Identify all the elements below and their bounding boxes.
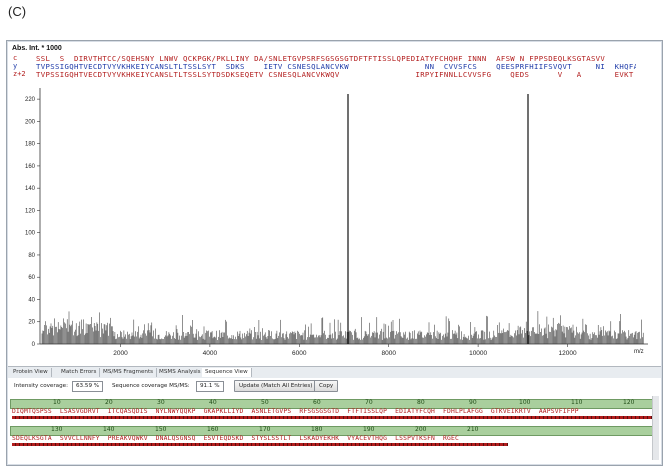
tab-match-errors[interactable]: Match Errors: [58, 368, 101, 377]
y-tick-label: 60: [28, 275, 35, 281]
intensity-coverage-value: 63.59 %: [72, 381, 104, 392]
panel-label: (C): [8, 4, 27, 19]
update-button[interactable]: Update (Match All Entries): [234, 380, 318, 392]
spectrum-trace: [41, 311, 644, 344]
x-tick-label: 8000: [381, 350, 396, 357]
x-tick-label: 4000: [203, 350, 218, 357]
y-tick-label: 0: [32, 342, 36, 348]
x-axis-unit: m/z: [634, 349, 644, 355]
x-tick-label: 10000: [469, 350, 487, 357]
view-tabs: Protein View Match Errors MS/MS Fragment…: [8, 366, 661, 378]
y-tick-label: 40: [28, 297, 35, 303]
y-tick-label: 220: [25, 97, 36, 103]
x-tick-label: 12000: [558, 350, 576, 357]
y-tick-label: 120: [25, 208, 36, 214]
sequence-view-panel: Intensity coverage: 63.59 % Sequence cov…: [8, 378, 661, 464]
y-tick-label: 160: [25, 164, 36, 170]
sequence-line-1: DIQMTQSPSS LSASVGDRVT ITCQASQDIS NYLNWYQ…: [12, 408, 579, 415]
sequence-coverage-value: 91.1 %: [196, 381, 224, 392]
intensity-coverage-label: Intensity coverage:: [14, 383, 68, 389]
spectrum-panel: Abs. Int. * 1000 c y z+2 SSL S DIRVTHTCC…: [8, 42, 661, 366]
y-tick-label: 200: [25, 119, 36, 125]
tab-protein-view[interactable]: Protein View: [10, 368, 52, 377]
x-tick-label: 6000: [292, 350, 307, 357]
y-tick-label: 100: [25, 231, 36, 237]
tab-msms-analysis[interactable]: MSMS Analysis: [156, 368, 205, 377]
sequence-line-2: SDEQLKSGTA SVVCLLNNFY PREAKVQWKV DNALQSG…: [12, 435, 459, 442]
y-tick-label: 180: [25, 142, 36, 148]
spectrum-viewer-window: Abs. Int. * 1000 c y z+2 SSL S DIRVTHTCC…: [6, 40, 663, 466]
y-tick-label: 140: [25, 186, 36, 192]
x-tick-label: 2000: [113, 350, 128, 357]
sequence-coverage-label: Sequence coverage MS/MS:: [112, 383, 190, 389]
coverage-bar-2: [12, 443, 508, 446]
spectrum-plot[interactable]: 0 20 40 60 80 100 120 140 160 180 200 220 2000 4000 6…: [8, 42, 661, 366]
y-tick-label: 20: [28, 320, 35, 326]
tab-sequence-view[interactable]: Sequence View: [202, 368, 252, 377]
y-tick-label: 80: [28, 253, 35, 259]
coverage-bar-1: [12, 416, 652, 419]
sequence-scrollbar[interactable]: [652, 396, 659, 460]
copy-button[interactable]: Copy: [314, 380, 339, 392]
tab-msms-fragments[interactable]: MS/MS Fragments: [100, 368, 158, 377]
